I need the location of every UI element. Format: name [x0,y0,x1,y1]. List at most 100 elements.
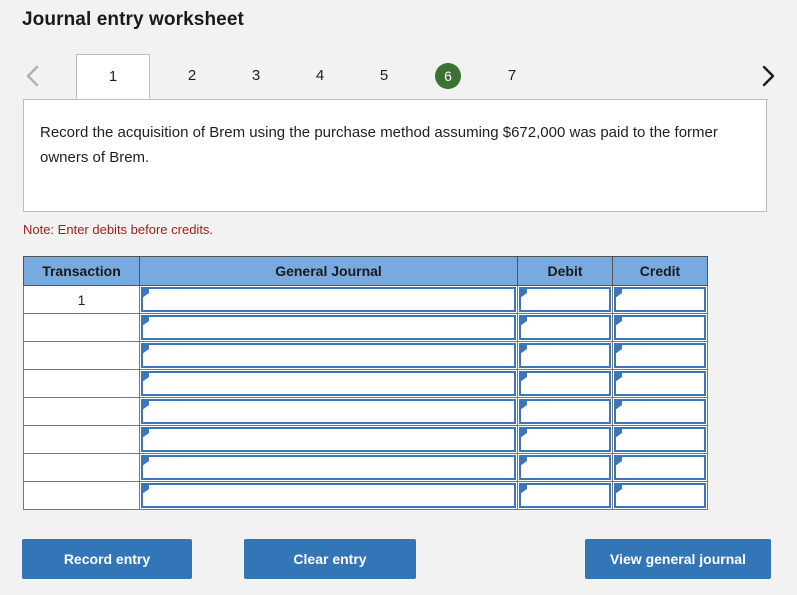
debit-input[interactable] [519,371,611,396]
dropdown-arrow-icon [142,288,149,298]
transaction-cell [23,481,140,510]
credit-input[interactable] [614,343,706,368]
general-journal-input[interactable] [141,483,516,508]
table-row [23,369,708,398]
general-journal-input[interactable] [141,343,516,368]
view-general-journal-button[interactable]: View general journal [585,539,771,579]
general-journal-input[interactable] [141,315,516,340]
transaction-cell [23,425,140,454]
previous-page-button[interactable] [18,60,48,92]
journal-table-body: 1 [23,285,708,510]
page-title: Journal entry worksheet [22,9,244,30]
table-row [23,425,708,454]
credit-input-cell [612,369,708,398]
dropdown-arrow-icon [142,372,149,382]
debit-input[interactable] [519,287,611,312]
dropdown-arrow-icon [520,456,527,466]
instruction-text: Record the acquisition of Brem using the… [40,124,718,166]
dropdown-arrow-icon [615,456,622,466]
credit-input[interactable] [614,483,706,508]
table-row [23,453,708,482]
credit-input[interactable] [614,455,706,480]
dropdown-arrow-icon [520,288,527,298]
general-journal-input-cell [139,285,518,314]
credit-input-cell [612,341,708,370]
credit-input[interactable] [614,315,706,340]
dropdown-arrow-icon [520,344,527,354]
credit-input[interactable] [614,371,706,396]
debits-before-credits-note: Note: Enter debits before credits. [23,222,214,237]
dropdown-arrow-icon [520,484,527,494]
debit-input-cell [517,369,613,398]
worksheet-tab-3[interactable]: 3 [224,54,288,99]
worksheet-tab-4[interactable]: 4 [288,54,352,99]
general-journal-input[interactable] [141,399,516,424]
general-journal-input[interactable] [141,455,516,480]
credit-input-cell [612,481,708,510]
credit-input[interactable] [614,287,706,312]
dropdown-arrow-icon [615,428,622,438]
dropdown-arrow-icon [615,484,622,494]
debit-input[interactable] [519,343,611,368]
tab-label: 2 [187,67,197,84]
dropdown-arrow-icon [142,484,149,494]
general-journal-input-cell [139,397,518,426]
table-row [23,397,708,426]
debit-input-cell [517,425,613,454]
transaction-cell [23,397,140,426]
table-row [23,341,708,370]
header-row: Transaction General Journal Debit Credit [23,256,708,286]
clear-entry-button[interactable]: Clear entry [244,539,416,579]
table-row [23,313,708,342]
debit-input-cell [517,453,613,482]
debit-input[interactable] [519,483,611,508]
dropdown-arrow-icon [142,456,149,466]
transaction-cell [23,453,140,482]
dropdown-arrow-icon [615,288,622,298]
journal-entry-table: Transaction General Journal Debit Credit… [23,256,708,510]
debit-input[interactable] [519,315,611,340]
general-journal-input-cell [139,481,518,510]
general-journal-input[interactable] [141,427,516,452]
general-journal-input[interactable] [141,287,516,312]
column-header-credit: Credit [612,256,708,286]
transaction-cell: 1 [23,285,140,314]
dropdown-arrow-icon [520,400,527,410]
dropdown-arrow-icon [615,400,622,410]
worksheet-tab-2[interactable]: 2 [160,54,224,99]
general-journal-input-cell [139,453,518,482]
record-entry-button[interactable]: Record entry [22,539,192,579]
dropdown-arrow-icon [142,316,149,326]
credit-input-cell [612,425,708,454]
transaction-cell [23,341,140,370]
dropdown-arrow-icon [615,316,622,326]
dropdown-arrow-icon [520,372,527,382]
tab-label: 1 [108,68,118,85]
dropdown-arrow-icon [142,400,149,410]
table-row: 1 [23,285,708,314]
debit-input-cell [517,313,613,342]
debit-input[interactable] [519,399,611,424]
dropdown-arrow-icon [615,344,622,354]
worksheet-tab-5[interactable]: 5 [352,54,416,99]
debit-input[interactable] [519,427,611,452]
debit-input[interactable] [519,455,611,480]
dropdown-arrow-icon [142,428,149,438]
general-journal-input-cell [139,313,518,342]
worksheet-tab-strip: 1 2 3 4 5 6 7 [0,52,797,101]
transaction-cell [23,313,140,342]
worksheet-tab-1[interactable]: 1 [76,54,150,99]
credit-input-cell [612,285,708,314]
next-page-button[interactable] [753,60,783,92]
credit-input[interactable] [614,399,706,424]
column-header-general-journal: General Journal [139,256,518,286]
dropdown-arrow-icon [615,372,622,382]
column-header-transaction: Transaction [23,256,140,286]
table-row [23,481,708,510]
credit-input[interactable] [614,427,706,452]
worksheet-tab-7[interactable]: 7 [480,54,544,99]
general-journal-input-cell [139,369,518,398]
chevron-left-icon [25,64,41,88]
general-journal-input[interactable] [141,371,516,396]
worksheet-tab-6[interactable]: 6 [416,54,480,99]
